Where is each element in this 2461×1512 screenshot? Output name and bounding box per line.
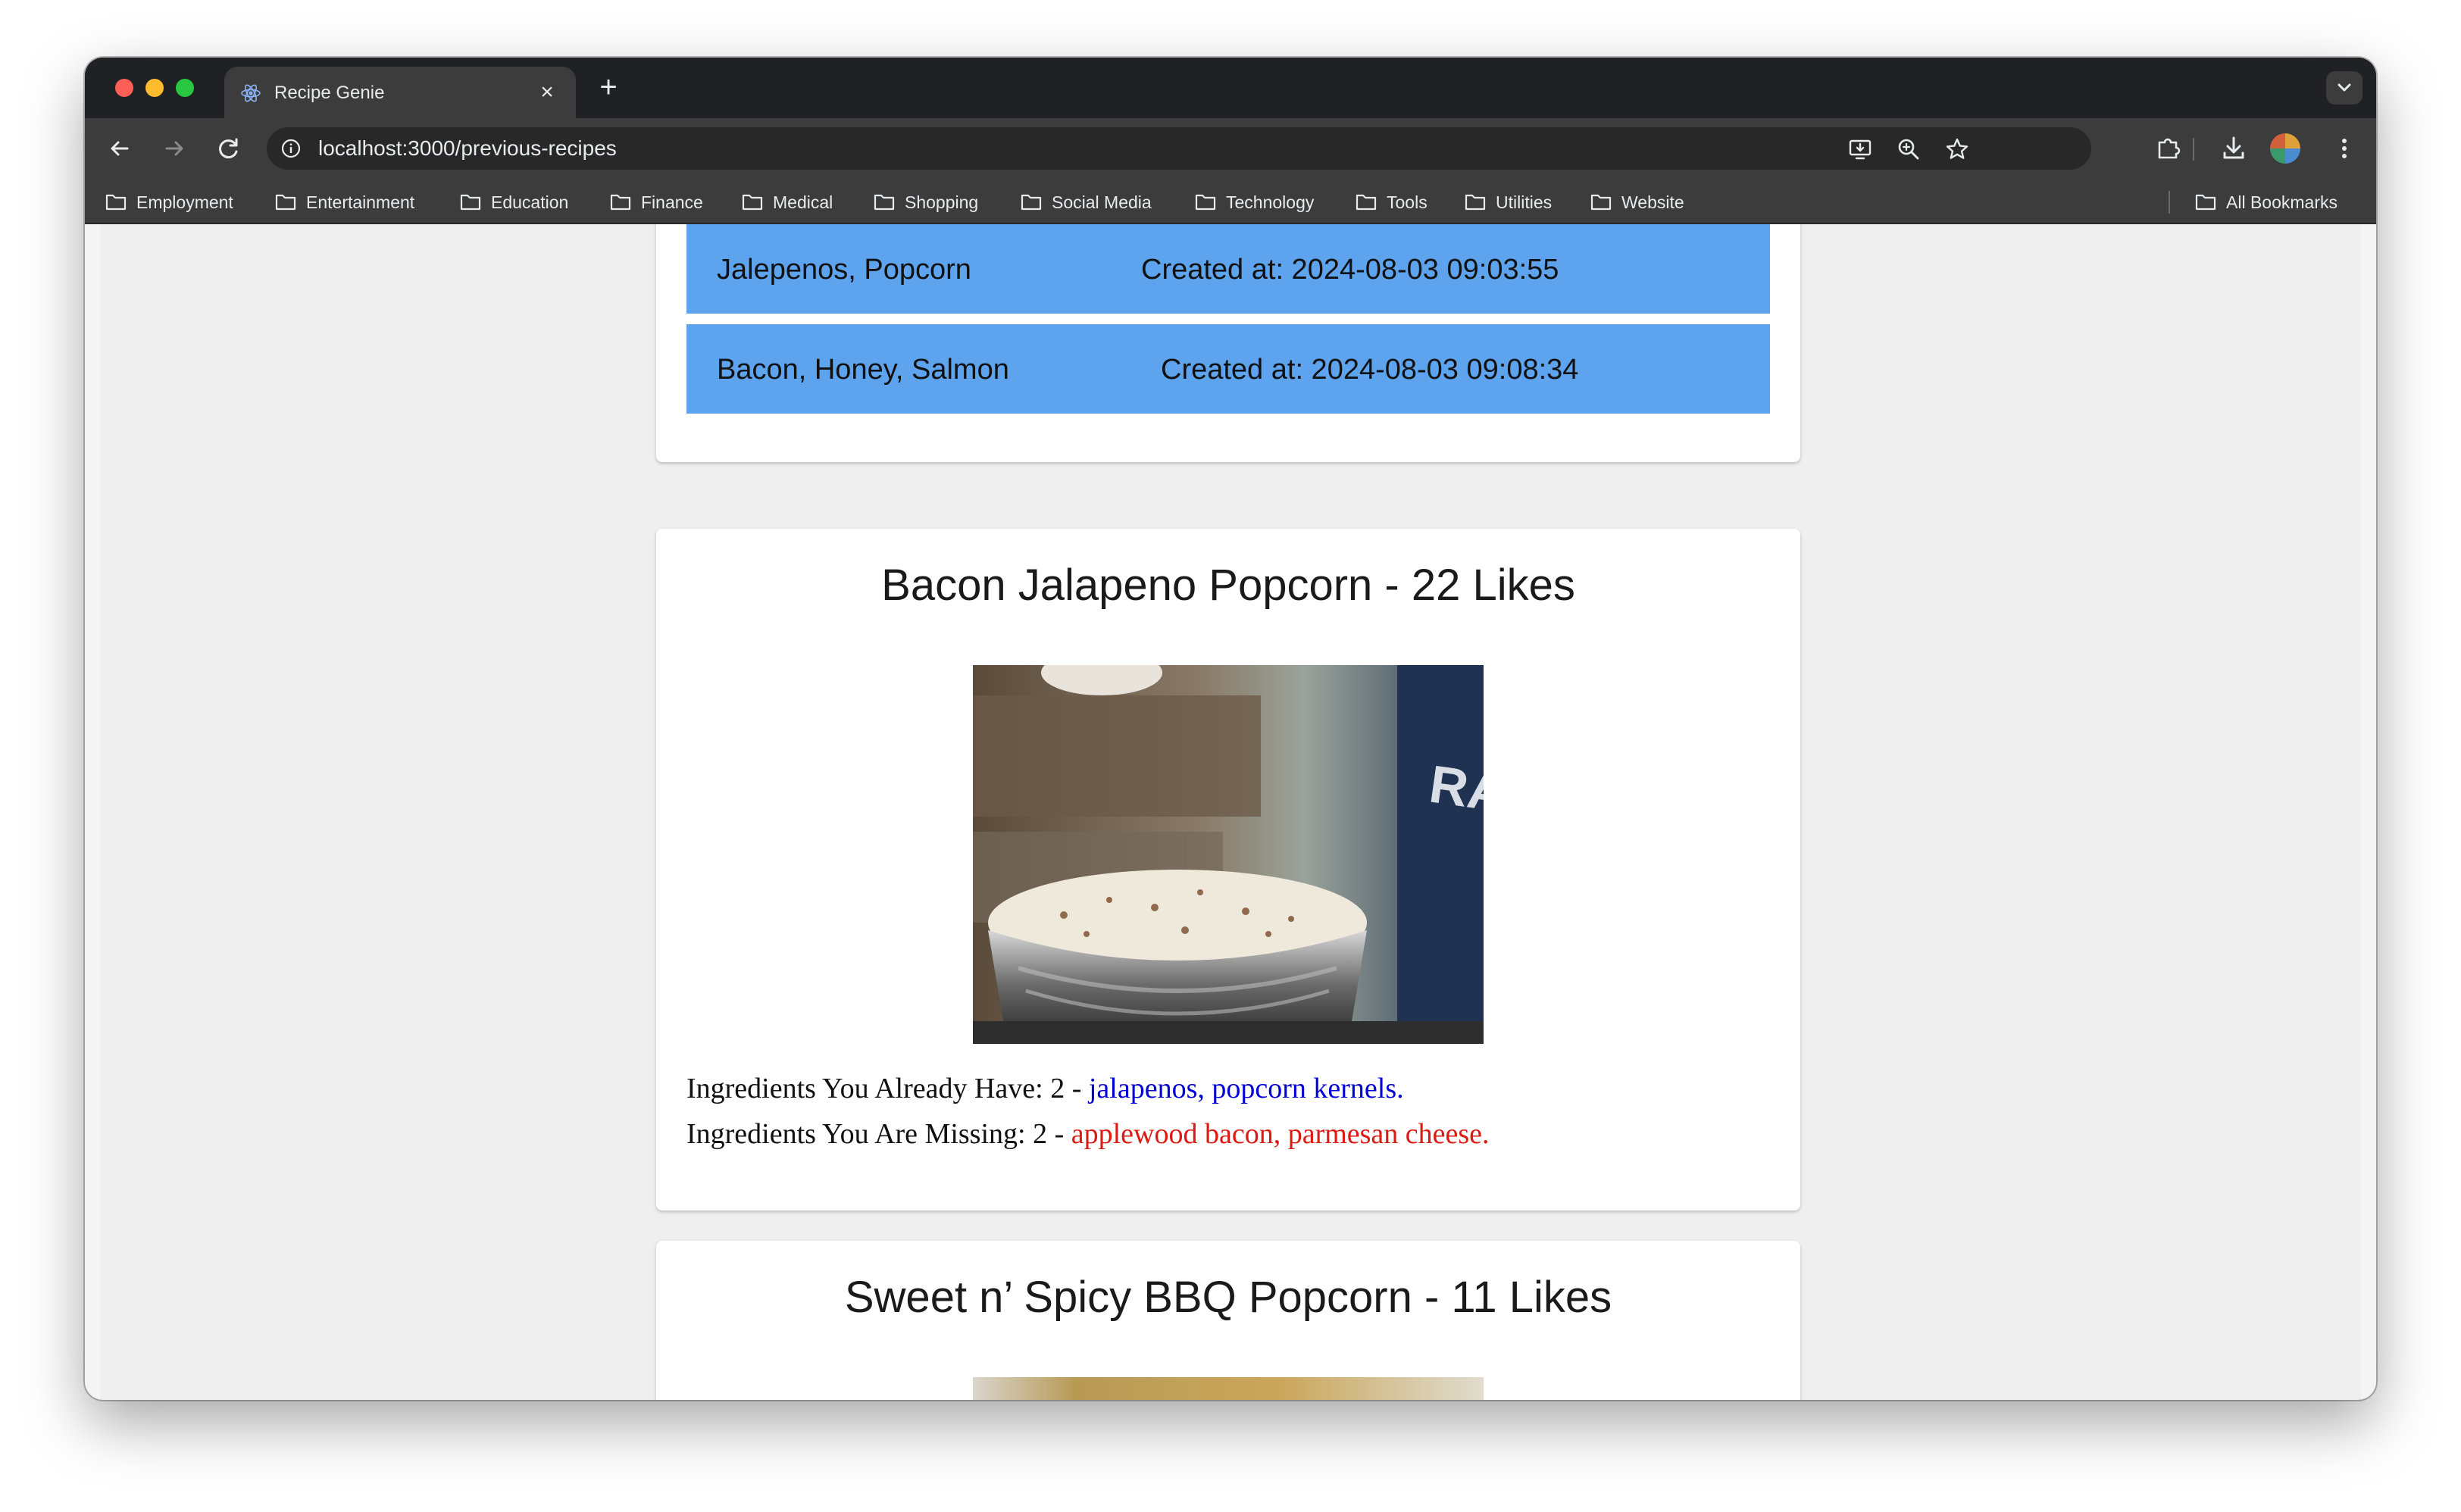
- site-info-icon[interactable]: [280, 138, 302, 159]
- zoom-window-button[interactable]: [176, 79, 194, 97]
- forward-arrow-icon: [165, 141, 183, 156]
- forward-button[interactable]: [158, 132, 191, 165]
- bookmark-label: Medical: [773, 192, 833, 212]
- bookmark-label: Technology: [1226, 192, 1315, 212]
- reload-icon: [219, 138, 238, 159]
- bookmark-folder-technology[interactable]: Technology: [1194, 191, 1314, 214]
- page-margin: [85, 224, 100, 1400]
- toolbar-divider: [2193, 138, 2194, 161]
- url-host: localhost: [318, 136, 402, 160]
- bookmark-label: Social Media: [1052, 192, 1152, 212]
- page-margin: [2361, 224, 2376, 1400]
- recipe-image: [973, 1377, 1484, 1400]
- browser-window: Recipe Genie × + localhost:3000/previous…: [85, 58, 2376, 1400]
- folder-icon: [105, 194, 127, 211]
- close-window-button[interactable]: [115, 79, 133, 97]
- folder-icon: [742, 194, 763, 211]
- window-controls: [115, 79, 194, 97]
- bookmark-star-icon[interactable]: [1944, 136, 1970, 162]
- bookmark-folder-medical[interactable]: Medical: [741, 191, 833, 214]
- bookmark-label: Education: [491, 192, 569, 212]
- folder-icon: [2195, 194, 2216, 211]
- history-created-at: Created at: 2024-08-03 09:03:55: [1141, 254, 1559, 286]
- new-tab-button[interactable]: +: [589, 68, 627, 106]
- zoom-icon[interactable]: [1896, 136, 1922, 162]
- all-bookmarks-button[interactable]: All Bookmarks: [2194, 191, 2337, 214]
- back-arrow-icon: [111, 141, 129, 156]
- toolbar: localhost:3000/previous-recipes: [85, 118, 2376, 179]
- minimize-window-button[interactable]: [145, 79, 164, 97]
- tab-title: Recipe Genie: [274, 83, 385, 103]
- url-text[interactable]: localhost:3000/previous-recipes: [318, 136, 617, 161]
- recipe-image: RA: [973, 665, 1484, 1044]
- history-card: Jalepenos, Popcorn Created at: 2024-08-0…: [656, 224, 1800, 462]
- bookmark-label: Finance: [641, 192, 703, 212]
- recipe-title: Bacon Jalapeno Popcorn - 22 Likes: [881, 561, 1575, 610]
- bookmark-folder-employment[interactable]: Employment: [105, 191, 233, 214]
- url-path: :3000/previous-recipes: [402, 136, 617, 160]
- bookmark-folder-tools[interactable]: Tools: [1355, 191, 1428, 214]
- ingredients-have-list: jalapenos, popcorn kernels.: [1088, 1073, 1404, 1104]
- ingredients-have-label: Ingredients You Already Have: 2 -: [686, 1073, 1089, 1104]
- folder-icon: [460, 194, 481, 211]
- chevron-down-icon: [2337, 83, 2351, 92]
- bookmark-folder-utilities[interactable]: Utilities: [1464, 191, 1552, 214]
- recipe-card: Bacon Jalapeno Popcorn - 22 Likes RA Ing…: [656, 529, 1800, 1211]
- menu-button[interactable]: [2328, 132, 2361, 165]
- extensions-button[interactable]: [2152, 132, 2185, 165]
- bookmark-label: Website: [1621, 192, 1684, 212]
- bookmarks-divider: [2169, 191, 2170, 214]
- page-viewport: Jalepenos, Popcorn Created at: 2024-08-0…: [85, 224, 2376, 1400]
- bookmark-label: Utilities: [1496, 192, 1553, 212]
- folder-icon: [1021, 194, 1042, 211]
- tab-search-button[interactable]: [2326, 71, 2362, 105]
- folder-icon: [874, 194, 895, 211]
- bookmark-folder-shopping[interactable]: Shopping: [873, 191, 978, 214]
- ingredients-missing-list: applewood bacon, parmesan cheese.: [1071, 1118, 1490, 1150]
- ingredients-have: Ingredients You Already Have: 2 - jalape…: [686, 1071, 1404, 1106]
- reload-button[interactable]: [212, 132, 245, 165]
- install-app-icon[interactable]: [1847, 136, 1873, 162]
- history-ingredients: Bacon, Honey, Salmon: [717, 354, 1009, 386]
- history-created-at: Created at: 2024-08-03 09:08:34: [1161, 354, 1579, 386]
- folder-icon: [1356, 194, 1377, 211]
- react-icon: [241, 84, 261, 102]
- ingredients-missing: Ingredients You Are Missing: 2 - applewo…: [686, 1117, 1490, 1151]
- bookmark-label: Employment: [136, 192, 233, 212]
- folder-icon: [1195, 194, 1216, 211]
- bookmark-label: Tools: [1387, 192, 1428, 212]
- bookmark-folder-social-media[interactable]: Social Media: [1020, 191, 1152, 214]
- address-bar[interactable]: localhost:3000/previous-recipes: [267, 127, 2091, 170]
- ingredients-missing-label: Ingredients You Are Missing: 2 -: [686, 1118, 1071, 1150]
- recipe-card: Sweet n’ Spicy BBQ Popcorn - 11 Likes: [656, 1241, 1800, 1400]
- history-ingredients: Jalepenos, Popcorn: [717, 254, 971, 286]
- bookmarks-bar: Employment Entertainment Education Finan…: [85, 179, 2376, 224]
- bookmark-label: Shopping: [905, 192, 979, 212]
- profile-avatar[interactable]: [2270, 133, 2300, 164]
- tab-close-icon[interactable]: ×: [532, 77, 562, 108]
- history-row[interactable]: Bacon, Honey, Salmon Created at: 2024-08…: [686, 324, 1770, 414]
- puzzle-icon: [2158, 138, 2181, 159]
- bookmark-folder-website[interactable]: Website: [1590, 191, 1684, 214]
- tab-recipe-genie[interactable]: Recipe Genie ×: [224, 67, 576, 118]
- more-vertical-icon: [2342, 139, 2347, 158]
- history-row[interactable]: Jalepenos, Popcorn Created at: 2024-08-0…: [686, 224, 1770, 314]
- downloads-button[interactable]: [2217, 132, 2250, 165]
- folder-icon: [1590, 194, 1612, 211]
- bookmark-folder-education[interactable]: Education: [459, 191, 568, 214]
- folder-icon: [610, 194, 631, 211]
- download-icon: [2223, 136, 2244, 159]
- folder-icon: [275, 194, 296, 211]
- bookmark-folder-finance[interactable]: Finance: [609, 191, 703, 214]
- folder-icon: [1465, 194, 1486, 211]
- bookmark-label: All Bookmarks: [2226, 192, 2337, 212]
- tab-strip: Recipe Genie × +: [85, 58, 2376, 118]
- popcorn-photo: RA: [973, 665, 1484, 1044]
- back-button[interactable]: [103, 132, 136, 165]
- svg-text:RA: RA: [1426, 754, 1484, 823]
- bookmark-folder-entertainment[interactable]: Entertainment: [274, 191, 414, 214]
- recipe-title: Sweet n’ Spicy BBQ Popcorn - 11 Likes: [844, 1273, 1612, 1322]
- bookmark-label: Entertainment: [306, 192, 415, 212]
